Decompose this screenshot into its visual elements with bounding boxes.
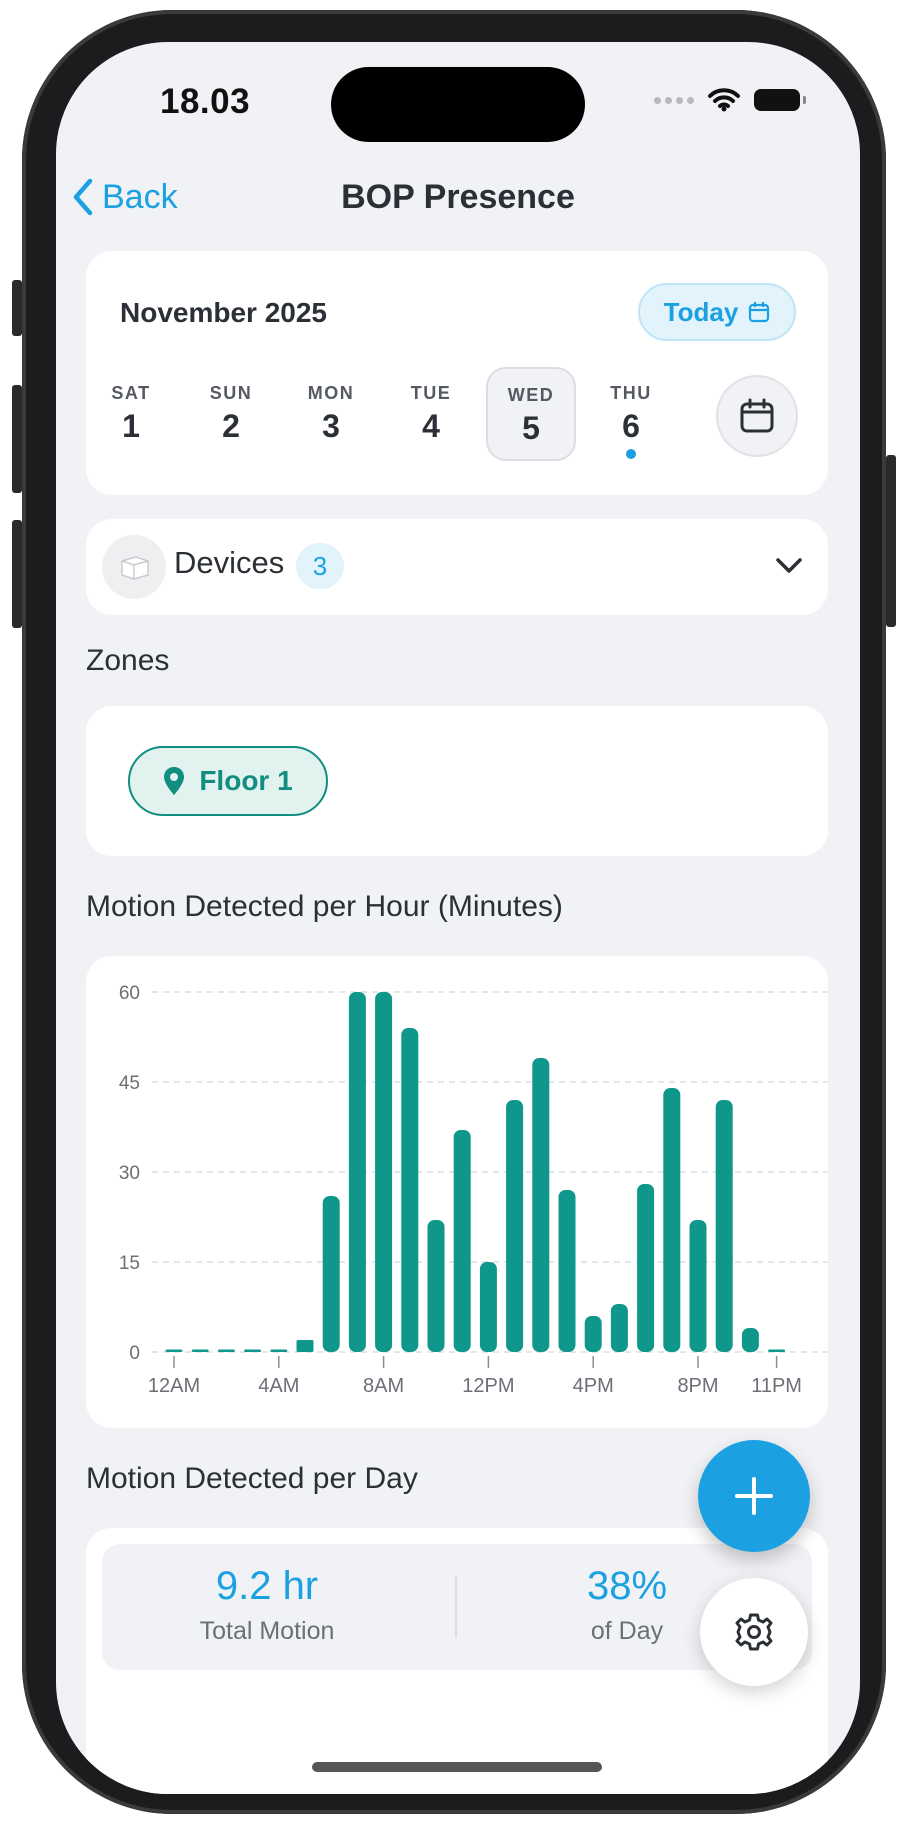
dynamic-island <box>331 67 585 142</box>
day-tue-4[interactable]: TUE 4 <box>386 367 476 461</box>
month-label: November 2025 <box>120 297 328 328</box>
day-number: 2 <box>222 408 240 444</box>
day-number: 5 <box>522 410 540 446</box>
bar-1AM <box>191 1349 209 1352</box>
zone-label: Floor 1 <box>199 765 293 796</box>
bar-4PM <box>584 1316 602 1352</box>
chevron-down-icon <box>776 558 802 573</box>
y-tick-label: 0 <box>129 1343 140 1364</box>
y-tick-label: 15 <box>119 1253 140 1274</box>
sensor-device-icon <box>121 556 149 580</box>
today-button[interactable]: Today <box>638 283 796 341</box>
day-of-week: SAT <box>111 383 151 403</box>
day-of-week: SUN <box>209 383 253 403</box>
calendar-icon <box>740 398 774 433</box>
devices-label: Devices <box>174 545 285 580</box>
bar-9PM <box>715 1100 733 1352</box>
plus-icon <box>735 1477 773 1515</box>
bar-10AM <box>427 1220 445 1352</box>
bar-8PM <box>689 1220 707 1352</box>
x-tick-label: 4PM <box>573 1375 614 1397</box>
y-tick-label: 45 <box>119 1073 140 1094</box>
devices-row[interactable]: Devices 3 <box>86 519 828 615</box>
device-thumbnail <box>102 535 166 599</box>
bar-7AM <box>348 992 366 1352</box>
x-tick-label: 11PM <box>751 1375 802 1397</box>
x-tick-label: 12AM <box>148 1375 200 1397</box>
zones-card: Floor 1 <box>86 706 828 856</box>
x-tick-label: 4AM <box>258 1375 299 1397</box>
bar-9AM <box>401 1028 419 1352</box>
bar-11PM <box>768 1349 786 1352</box>
signal-icon <box>654 96 694 104</box>
bar-4AM <box>270 1349 288 1352</box>
bar-7PM <box>663 1088 681 1352</box>
power-button <box>886 455 896 627</box>
hourly-motion-chart: 0 15 30 45 60 12AM 4AM 8AM 12PM 4PM 8PM 11PM <box>119 983 828 1397</box>
home-indicator <box>312 1762 602 1772</box>
x-tick-label: 8PM <box>677 1375 718 1397</box>
hourly-chart-card: 0 15 30 45 60 12AM 4AM 8AM 12PM 4PM 8PM 11PM <box>86 956 828 1428</box>
day-number: 4 <box>422 408 440 444</box>
bar-6AM <box>322 1196 340 1352</box>
bar-8AM <box>375 992 393 1352</box>
mute-switch <box>12 280 22 336</box>
stat-divider <box>455 1576 457 1638</box>
bar-11AM <box>453 1130 471 1352</box>
bar-5AM <box>296 1340 314 1352</box>
gear-icon <box>735 1613 773 1651</box>
app-screen: 18.03 Back BOP Presence November 2025 To… <box>56 42 860 1794</box>
day-number: 3 <box>322 408 340 444</box>
day-of-week: MON <box>307 383 355 403</box>
day-of-week: TUE <box>410 383 452 403</box>
bar-2AM <box>217 1349 235 1352</box>
day-number: 1 <box>122 408 140 444</box>
calendar-button[interactable] <box>716 375 798 457</box>
wifi-icon <box>708 88 740 112</box>
today-label: Today <box>663 296 739 327</box>
daily-heading: Motion Detected per Day <box>86 1462 418 1495</box>
day-of-week: THU <box>610 383 652 403</box>
day-wed-5-selected[interactable]: WED 5 <box>486 367 576 461</box>
y-tick-label: 30 <box>119 1163 140 1184</box>
page-title: BOP Presence <box>341 178 575 216</box>
devices-count-badge: 3 <box>296 543 344 589</box>
total-motion-stat: 9.2 hr Total Motion <box>102 1564 432 1646</box>
total-motion-value: 9.2 hr <box>215 1564 319 1608</box>
bar-12AM <box>165 1349 183 1352</box>
x-tick-label: 8AM <box>363 1375 404 1397</box>
battery-icon <box>754 89 806 111</box>
data-indicator-dot <box>626 449 636 459</box>
total-motion-label: Total Motion <box>199 1617 335 1645</box>
zones-heading: Zones <box>86 644 170 677</box>
day-number: 6 <box>622 408 640 444</box>
status-time: 18.03 <box>160 82 251 121</box>
volume-down-button <box>12 520 22 628</box>
bar-2PM <box>532 1058 550 1352</box>
bar-6PM <box>637 1184 655 1352</box>
hourly-chart-heading: Motion Detected per Hour (Minutes) <box>86 890 563 923</box>
status-icons <box>654 88 806 112</box>
bar-10PM <box>741 1328 759 1352</box>
bar-3AM <box>244 1349 262 1352</box>
volume-up-button <box>12 385 22 493</box>
day-thu-6[interactable]: THU 6 <box>586 367 676 461</box>
add-button[interactable] <box>698 1440 810 1552</box>
settings-button[interactable] <box>700 1578 808 1686</box>
y-tick-label: 60 <box>119 983 140 1004</box>
location-pin-icon <box>164 767 185 795</box>
day-mon-3[interactable]: MON 3 <box>286 367 376 461</box>
bar-12PM <box>479 1262 497 1352</box>
bar-5PM <box>610 1304 628 1352</box>
bar-3PM <box>558 1190 576 1352</box>
day-of-week: WED <box>507 385 555 405</box>
zone-chip-floor-1[interactable]: Floor 1 <box>128 746 328 816</box>
x-tick-label: 12PM <box>462 1375 514 1397</box>
bar-1PM <box>506 1100 524 1352</box>
day-sun-2[interactable]: SUN 2 <box>186 367 276 461</box>
date-picker-card: November 2025 Today SAT 1 SUN 2 MON 3 TU… <box>86 251 828 495</box>
calendar-small-icon <box>749 302 770 323</box>
day-sat-1[interactable]: SAT 1 <box>86 367 176 461</box>
